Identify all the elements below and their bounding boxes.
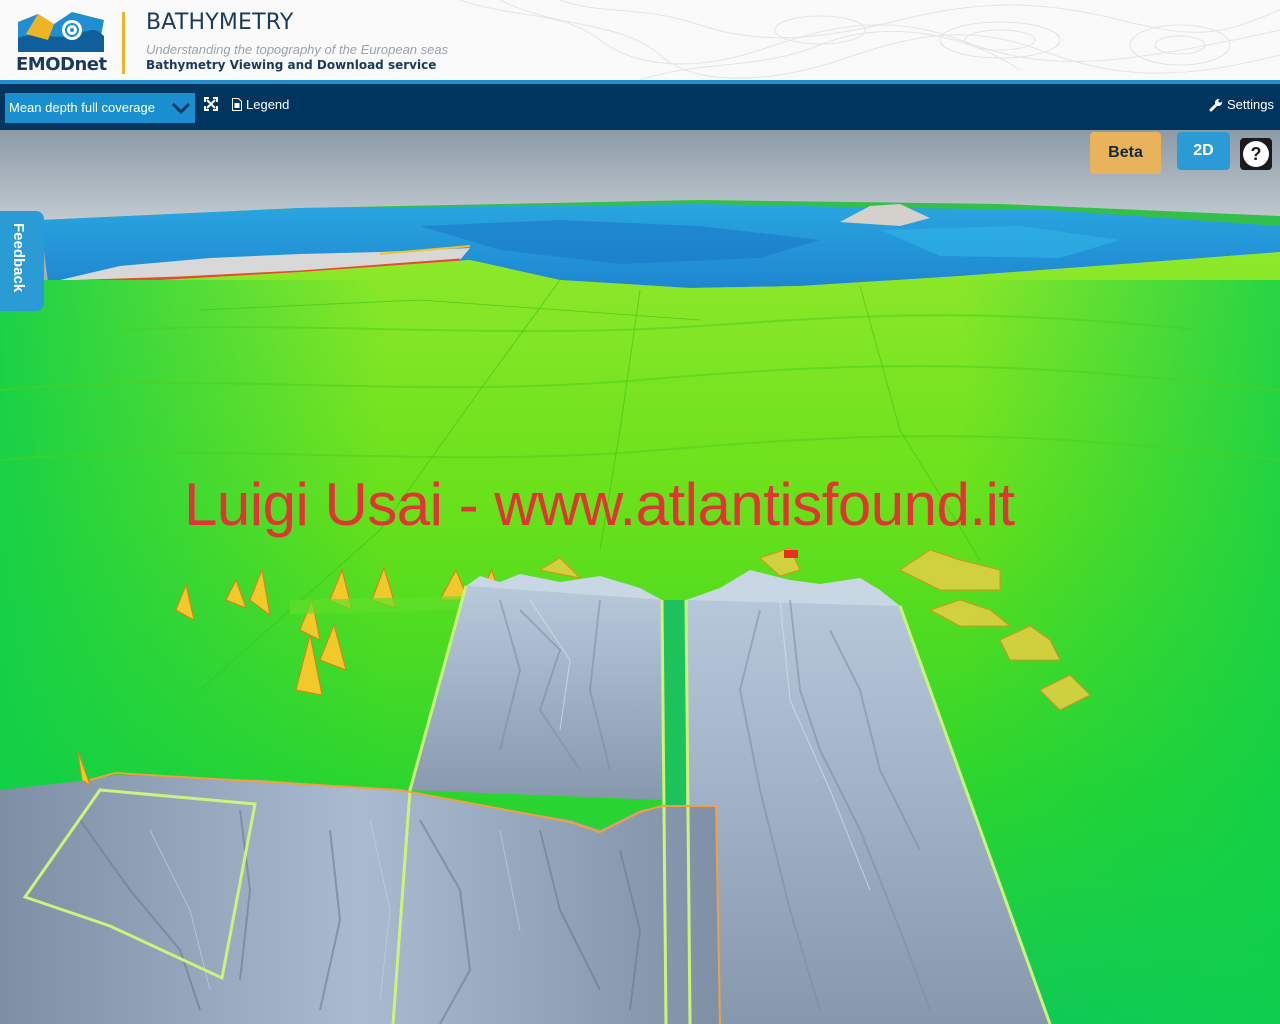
help-icon: ? [1243, 141, 1269, 167]
help-button[interactable]: ? [1240, 138, 1272, 170]
emodnet-logo-icon [18, 12, 104, 52]
map-toolbar: Mean depth full coverage Legend Settings [0, 84, 1280, 130]
service-name: Bathymetry Viewing and Download service [146, 58, 437, 72]
legend-button[interactable]: Legend [232, 97, 289, 112]
feedback-label: Feedback [10, 223, 27, 293]
view-mode-2d-button[interactable]: 2D [1177, 132, 1230, 170]
settings-button[interactable]: Settings [1209, 97, 1274, 112]
layer-select[interactable]: Mean depth full coverage [5, 93, 195, 123]
page-title: BATHYMETRY [146, 10, 294, 35]
map-3d-view[interactable]: Beta 2D ? Feedback Luigi Usai - www.atla… [0, 130, 1280, 1024]
chevron-down-icon [171, 102, 191, 115]
watermark-text: Luigi Usai - www.atlantisfound.it [184, 471, 1015, 538]
wrench-icon [1209, 98, 1223, 111]
settings-label: Settings [1227, 97, 1274, 112]
fullscreen-icon [204, 97, 218, 111]
bathymetry-terrain [0, 130, 1280, 1024]
fullscreen-button[interactable] [204, 97, 218, 111]
page-subtitle: Understanding the topography of the Euro… [146, 42, 449, 57]
app-header: EMODnet BATHYMETRY Understanding the top… [0, 0, 1280, 80]
legend-label: Legend [246, 97, 290, 112]
legend-icon [232, 98, 242, 111]
emodnet-logo[interactable]: EMODnet [16, 12, 108, 76]
feedback-tab[interactable]: Feedback [0, 211, 44, 311]
header-divider [122, 12, 125, 74]
brand-name: EMODnet [16, 54, 107, 75]
layer-select-value: Mean depth full coverage [9, 100, 155, 115]
beta-button[interactable]: Beta [1090, 132, 1161, 174]
